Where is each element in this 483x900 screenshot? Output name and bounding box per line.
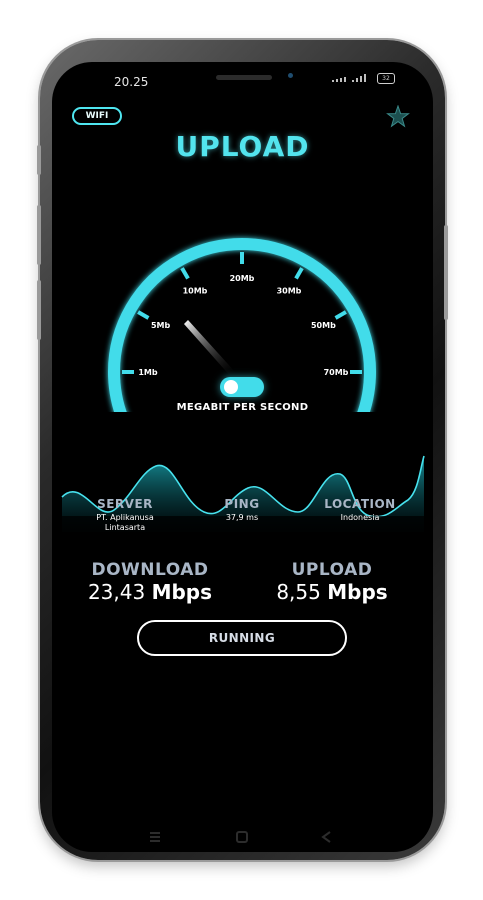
ping-info: PING 37,9 ms (202, 497, 282, 523)
location-value: Indonesia (340, 513, 380, 522)
upload-label: UPLOAD (291, 560, 373, 580)
nav-bar (52, 830, 433, 844)
app-screen: 20.25 32 WIFI UPLOAD 0Mb1Mb5Mb10Mb20Mb30… (52, 62, 433, 852)
menu-icon[interactable] (148, 830, 162, 844)
page-title: UPLOAD (175, 130, 310, 163)
server-name-line2: Lintasarta (104, 523, 146, 532)
gauge-tick (137, 310, 150, 320)
side-button (37, 145, 41, 175)
back-icon[interactable] (320, 830, 334, 844)
location-label: LOCATION (324, 497, 396, 511)
location-info: LOCATION Indonesia (320, 497, 400, 523)
ping-label: PING (224, 497, 260, 511)
home-icon[interactable] (235, 830, 249, 844)
gauge-tick (334, 310, 347, 320)
side-button (37, 205, 41, 265)
server-info: SERVER PT. Aplikanusa Lintasarta (80, 497, 170, 533)
upload-number: 8,55 (276, 580, 321, 604)
running-button[interactable]: RUNNING (137, 620, 347, 656)
side-button (37, 280, 41, 340)
gauge-tick-label: 1Mb (138, 368, 158, 377)
gauge-tick (180, 267, 190, 280)
server-label: SERVER (97, 497, 153, 511)
download-value: 23,43 Mbps (80, 580, 220, 604)
download-number: 23,43 (87, 580, 146, 604)
battery-icon: 32 (377, 73, 395, 84)
front-camera (288, 73, 293, 78)
gauge-tick-label: 10Mb (183, 287, 208, 296)
toggle-knob (224, 380, 238, 394)
server-name-line1: PT. Aplikanusa (96, 513, 154, 522)
signal-icon (332, 74, 366, 82)
download-label: DOWNLOAD (91, 560, 209, 580)
download-speed: DOWNLOAD 23,43 Mbps (80, 560, 220, 604)
ping-value: 37,9 ms (225, 513, 259, 522)
earpiece (216, 75, 272, 80)
unit-toggle[interactable] (220, 377, 264, 397)
unit-label: MEGABIT PER SECOND (176, 402, 309, 413)
upload-value: 8,55 Mbps (262, 580, 402, 604)
status-time: 20.25 (114, 75, 149, 89)
gauge-tick-label: 50Mb (311, 321, 336, 330)
network-type-badge[interactable]: WIFI (72, 107, 122, 125)
gauge-tick (294, 267, 304, 280)
gauge-tick-label: 30Mb (277, 287, 302, 296)
star-icon[interactable] (386, 105, 410, 129)
power-button (444, 225, 448, 320)
gauge-tick-label: 70Mb (324, 368, 349, 377)
gauge-tick-label: 5Mb (151, 321, 171, 330)
gauge-tick-label: 20Mb (230, 274, 255, 283)
download-unit: Mbps (151, 580, 213, 604)
upload-speed: UPLOAD 8,55 Mbps (262, 560, 402, 604)
gauge-needle (184, 320, 237, 378)
upload-unit: Mbps (327, 580, 388, 604)
